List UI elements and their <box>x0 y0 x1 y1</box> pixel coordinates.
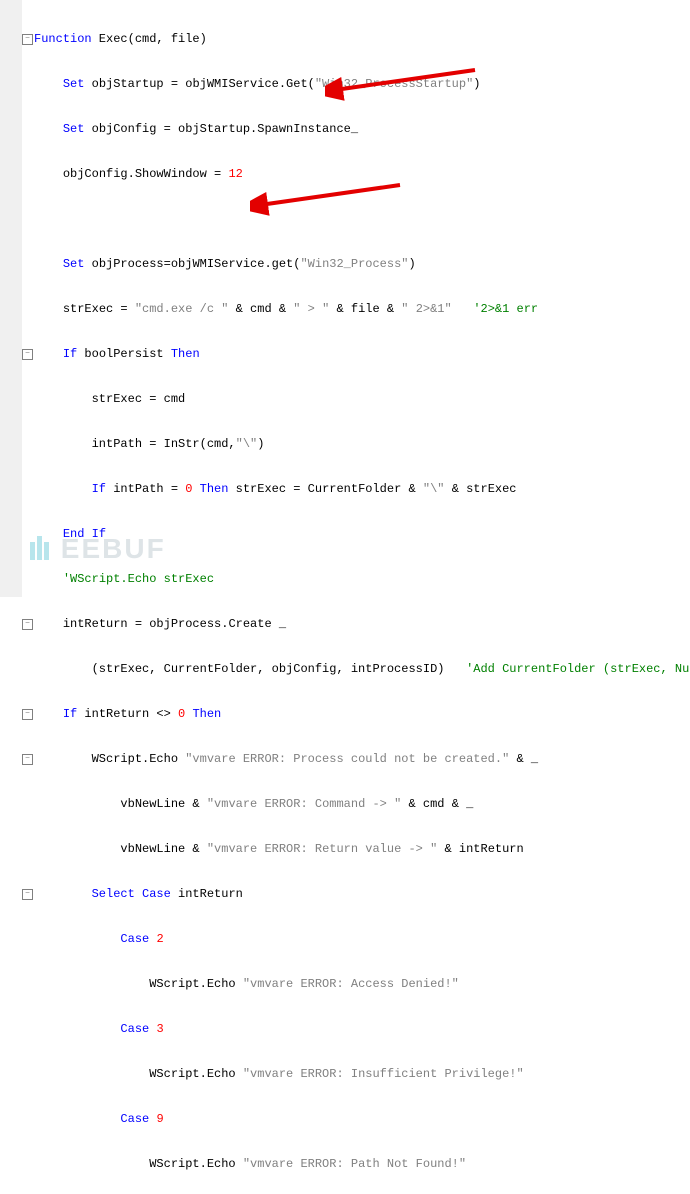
code-line: strExec = cmd <box>34 392 690 407</box>
code-area: −Function Exec(cmd, file) Set objStartup… <box>34 2 690 1194</box>
fold-toggle-icon[interactable]: − <box>22 889 33 900</box>
code-line: 'WScript.Echo strExec <box>34 572 690 587</box>
code-line: If intPath = 0 Then strExec = CurrentFol… <box>34 482 690 497</box>
code-line: objConfig.ShowWindow = 12 <box>34 167 690 182</box>
fold-toggle-icon[interactable]: − <box>22 34 33 45</box>
fold-column <box>22 0 34 597</box>
code-line: − Select Case intReturn <box>34 887 690 902</box>
editor-viewport: −Function Exec(cmd, file) Set objStartup… <box>0 0 690 597</box>
code-line: (strExec, CurrentFolder, objConfig, intP… <box>34 662 690 677</box>
code-line: − If intReturn <> 0 Then <box>34 707 690 722</box>
code-line: WScript.Echo "vmvare ERROR: Path Not Fou… <box>34 1157 690 1172</box>
code-line: vbNewLine & "vmvare ERROR: Command -> " … <box>34 797 690 812</box>
watermark: EEBUF <box>30 533 166 567</box>
code-line <box>34 212 690 227</box>
watermark-text: EEBUF <box>61 533 166 564</box>
code-line: WScript.Echo "vmvare ERROR: Access Denie… <box>34 977 690 992</box>
code-line: Set objProcess=objWMIService.get("Win32_… <box>34 257 690 272</box>
fold-toggle-icon[interactable]: − <box>22 754 33 765</box>
code-line: WScript.Echo "vmvare ERROR: Insufficient… <box>34 1067 690 1082</box>
code-line: −Function Exec(cmd, file) <box>34 32 690 47</box>
code-line: intPath = InStr(cmd,"\") <box>34 437 690 452</box>
fold-toggle-icon[interactable]: − <box>22 349 33 360</box>
line-gutter <box>0 0 23 597</box>
fold-toggle-icon[interactable]: − <box>22 619 33 630</box>
code-line: Case 9 <box>34 1112 690 1127</box>
fold-toggle-icon[interactable]: − <box>22 709 33 720</box>
code-line: − WScript.Echo "vmvare ERROR: Process co… <box>34 752 690 767</box>
code-line: Set objStartup = objWMIService.Get("Win3… <box>34 77 690 92</box>
code-line: strExec = "cmd.exe /c " & cmd & " > " & … <box>34 302 690 317</box>
code-line: − If boolPersist Then <box>34 347 690 362</box>
code-line: vbNewLine & "vmvare ERROR: Return value … <box>34 842 690 857</box>
code-line: Case 2 <box>34 932 690 947</box>
code-line: − intReturn = objProcess.Create _ <box>34 617 690 632</box>
code-line: Set objConfig = objStartup.SpawnInstance… <box>34 122 690 137</box>
code-line: Case 3 <box>34 1022 690 1037</box>
watermark-bars-icon <box>30 535 51 567</box>
